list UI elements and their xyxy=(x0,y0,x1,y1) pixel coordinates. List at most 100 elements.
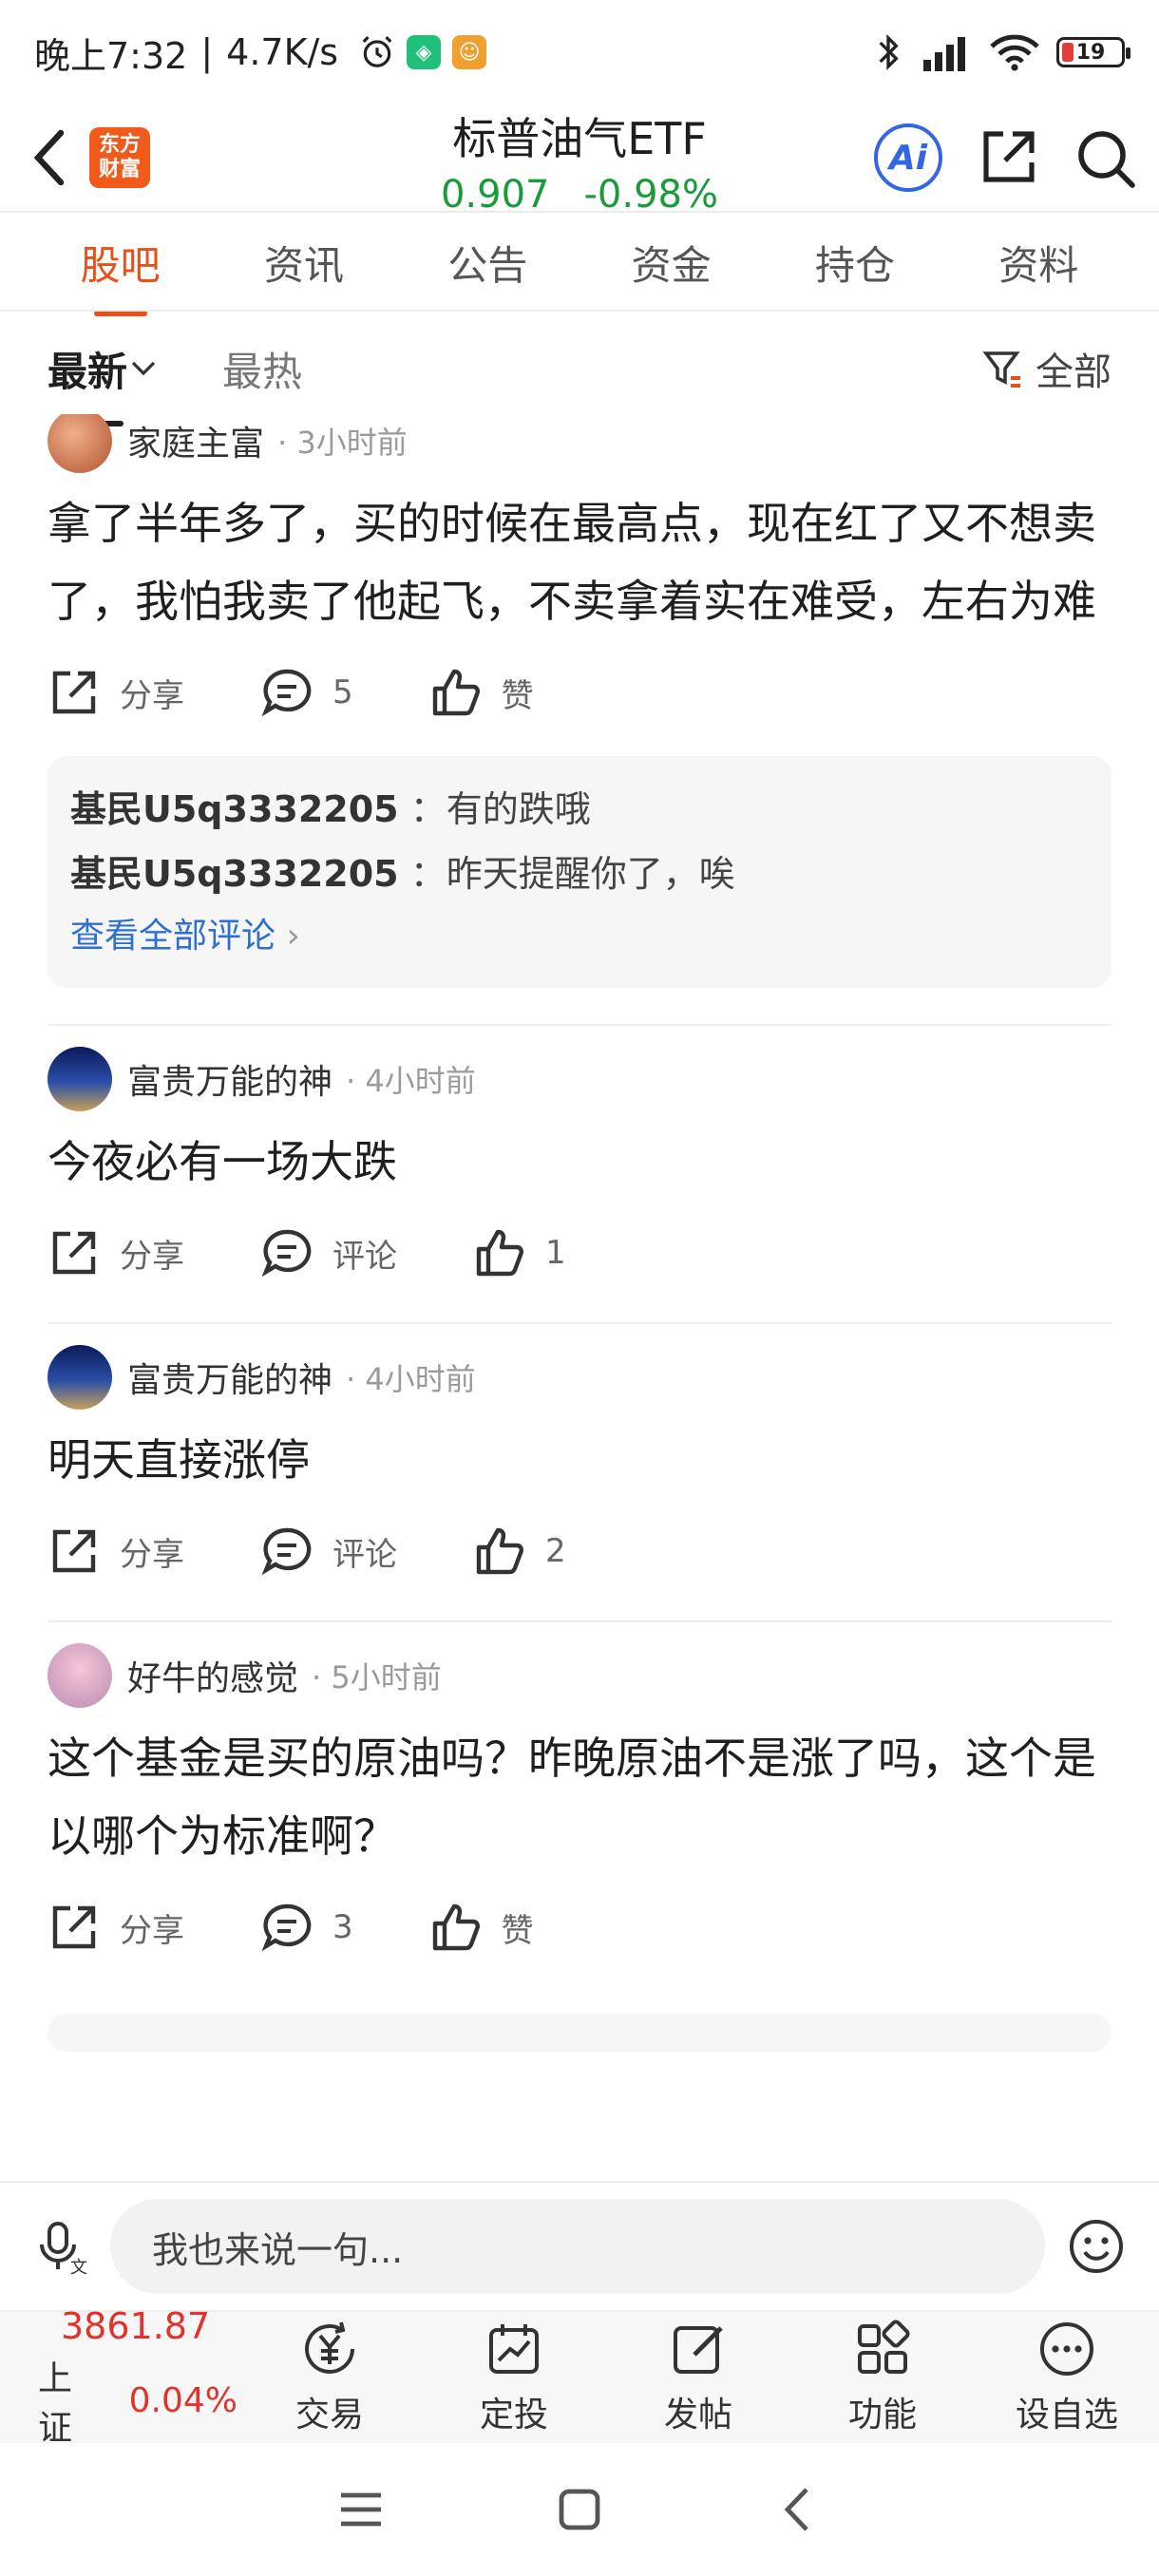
eastmoney-logo[interactable]: 东方 财富 xyxy=(89,127,150,188)
post-username[interactable]: 好牛的感觉 xyxy=(127,1651,298,1700)
post-body[interactable]: 今夜必有一场大跌 xyxy=(48,1123,1112,1201)
battery-icon: 19 xyxy=(1056,37,1130,67)
tab-guba[interactable]: 股吧 xyxy=(66,234,176,292)
post-time: 4小时前 xyxy=(346,1355,475,1399)
comment-text: ：昨天提醒你了，唉 xyxy=(409,853,735,895)
post-username[interactable]: 富贵万能的神 xyxy=(127,1054,332,1104)
post-body[interactable]: 这个基金是买的原油吗？昨晚原油不是涨了吗，这个是以哪个为标准啊？ xyxy=(48,1719,1112,1875)
share-icon[interactable] xyxy=(977,126,1039,189)
comment-username[interactable]: 基民U5q3332205 xyxy=(70,853,399,895)
post-time: 5小时前 xyxy=(312,1654,441,1697)
like-button[interactable]: 赞 xyxy=(429,666,534,719)
comment-icon xyxy=(261,1229,312,1278)
back-icon[interactable] xyxy=(774,2486,822,2533)
share-button[interactable]: 分享 xyxy=(48,1226,184,1279)
bottom-navigation: 3861.87 上证 0.04% 交易 定投 发帖 功能 设自选 xyxy=(0,2305,1159,2448)
tab-holdings[interactable]: 持仓 xyxy=(800,234,910,292)
comment-preview: 基民U5q3332205 ：昨天提醒你了，唉 xyxy=(70,842,1089,906)
more-dots-icon xyxy=(1040,2322,1093,2376)
share-button[interactable]: 分享 xyxy=(48,666,184,719)
network-speed: 4.7K/s xyxy=(226,31,339,73)
comment-count: 5 xyxy=(332,673,353,711)
comment-preview: 基民U5q3332205 ：有的跌哦 xyxy=(70,777,1089,842)
share-icon xyxy=(52,1231,96,1275)
filter-all-button[interactable]: 全部 xyxy=(982,341,1112,396)
comment-input-placeholder: 我也来说一句... xyxy=(152,2228,404,2271)
comment-username[interactable]: 基民U5q3332205 xyxy=(70,788,399,830)
post-body[interactable]: 明天直接涨停 xyxy=(48,1421,1112,1499)
comment-count: 3 xyxy=(332,1908,353,1946)
menu-icon[interactable] xyxy=(337,2486,385,2533)
post-item[interactable]: 好牛的感觉 5小时前 这个基金是买的原油吗？昨晚原油不是涨了吗，这个是以哪个为标… xyxy=(0,1641,1159,2052)
post-actions: 分享 评论 1 xyxy=(48,1201,1112,1305)
emoji-icon[interactable] xyxy=(1068,2218,1125,2275)
share-label: 分享 xyxy=(120,676,184,715)
sort-hottest[interactable]: 最热 xyxy=(222,340,302,398)
tab-news[interactable]: 资讯 xyxy=(249,234,359,292)
voice-input-icon[interactable]: 文 xyxy=(34,2218,87,2275)
avatar[interactable] xyxy=(48,1047,112,1111)
nav-auto-invest-label: 定投 xyxy=(479,2396,548,2434)
post-username[interactable]: 富贵万能的神 xyxy=(127,1353,332,1402)
back-button[interactable] xyxy=(23,120,76,196)
section-tabs: 股吧 资讯 公告 资金 持仓 资料 xyxy=(0,215,1159,310)
post-body[interactable]: 拿了半年多了，买的时候在最高点，现在红了又不想卖了，我怕我卖了他起飞，不卖拿着实… xyxy=(48,484,1112,640)
status-divider: | xyxy=(200,31,214,73)
view-all-comments-link[interactable]: 查看全部评论 › xyxy=(70,906,1089,967)
nav-add-watchlist[interactable]: 设自选 xyxy=(975,2319,1159,2436)
like-button[interactable]: 2 xyxy=(473,1525,566,1578)
comment-button[interactable]: 评论 xyxy=(260,1525,397,1578)
like-button[interactable]: 1 xyxy=(473,1226,566,1279)
comment-input[interactable]: 我也来说一句... xyxy=(110,2199,1045,2294)
comment-button[interactable]: 3 xyxy=(260,1901,353,1954)
like-button[interactable]: 赞 xyxy=(429,1901,534,1954)
avatar[interactable] xyxy=(48,1345,112,1410)
nav-functions[interactable]: 功能 xyxy=(790,2319,975,2436)
thumbs-up-icon xyxy=(476,1527,523,1575)
post-item[interactable]: 富贵万能的神 4小时前 今夜必有一场大跌 分享 评论 1 xyxy=(0,1045,1159,1324)
comment-preview-box[interactable] xyxy=(48,2014,1112,2052)
home-icon[interactable] xyxy=(556,2486,603,2533)
post-divider xyxy=(48,1322,1112,1324)
post-feed[interactable]: 家庭主富 3小时前 拿了半年多了，买的时候在最高点，现在红了又不想卖了，我怕我卖… xyxy=(0,414,1159,2181)
thumbs-up-icon xyxy=(432,1904,480,1951)
tab-announcements[interactable]: 公告 xyxy=(432,234,542,292)
comment-icon xyxy=(261,1527,312,1576)
avatar[interactable] xyxy=(48,414,112,473)
view-all-label: 查看全部评论 xyxy=(70,917,276,956)
nav-trade[interactable]: 交易 xyxy=(238,2319,422,2436)
post-username[interactable]: 家庭主富 xyxy=(127,416,264,465)
market-index-widget[interactable]: 3861.87 上证 0.04% xyxy=(0,2305,238,2450)
like-count: 1 xyxy=(545,1234,566,1272)
post-item[interactable]: 家庭主富 3小时前 拿了半年多了，买的时候在最高点，现在红了又不想卖了，我怕我卖… xyxy=(0,414,1159,1026)
share-icon xyxy=(52,1529,96,1573)
share-label: 分享 xyxy=(120,1535,184,1574)
comment-count: 评论 xyxy=(332,1237,397,1276)
share-button[interactable]: 分享 xyxy=(48,1901,184,1954)
avatar[interactable] xyxy=(48,1643,112,1708)
post-item[interactable]: 富贵万能的神 4小时前 明天直接涨停 分享 评论 2 xyxy=(0,1343,1159,1622)
comment-count: 评论 xyxy=(332,1535,397,1574)
thumbs-up-icon xyxy=(476,1229,523,1277)
nav-new-post[interactable]: 发帖 xyxy=(606,2319,790,2436)
tab-info[interactable]: 资料 xyxy=(983,234,1093,292)
comment-preview-box[interactable]: 基民U5q3332205 ：有的跌哦 基民U5q3332205 ：昨天提醒你了，… xyxy=(48,756,1112,988)
nav-new-post-label: 发帖 xyxy=(663,2396,732,2434)
index-name: 上证 xyxy=(38,2359,73,2448)
nav-trade-label: 交易 xyxy=(294,2396,364,2434)
top-header: 标普油气ETF 0.907 -0.98% 东方 财富 Ai xyxy=(0,104,1159,217)
ai-assistant-button[interactable]: Ai xyxy=(874,123,942,192)
chevron-right-icon: › xyxy=(286,917,300,956)
app-notification-icon-2: ☺ xyxy=(452,35,487,69)
nav-auto-invest[interactable]: 定投 xyxy=(422,2319,606,2436)
system-navigation-bar xyxy=(0,2443,1159,2576)
share-button[interactable]: 分享 xyxy=(48,1525,184,1578)
tab-funds[interactable]: 资金 xyxy=(617,234,727,292)
sort-latest[interactable]: 最新 xyxy=(48,340,156,426)
post-actions: 分享 3 赞 xyxy=(48,1875,1112,1979)
comment-icon xyxy=(261,669,312,717)
comment-button[interactable]: 评论 xyxy=(260,1226,397,1279)
comment-button[interactable]: 5 xyxy=(260,666,353,719)
comment-text: ：有的跌哦 xyxy=(409,788,591,830)
search-icon[interactable] xyxy=(1074,126,1136,189)
